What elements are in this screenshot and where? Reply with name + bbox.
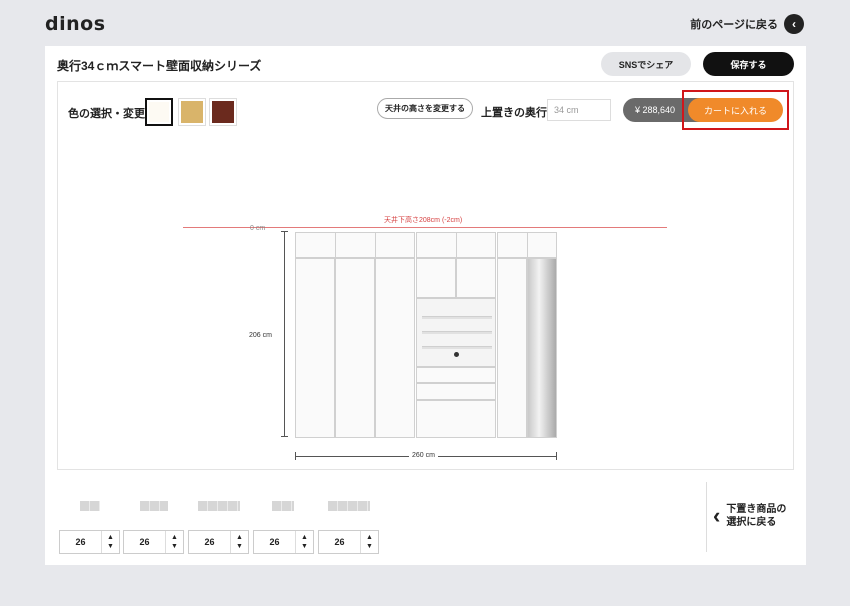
return-to-lower-items-button[interactable]: ‹ 下置き商品の 選択に戻る — [713, 503, 786, 529]
module-thumbnail[interactable] — [272, 501, 294, 511]
configurator-canvas: 色の選択・変更 天井の高さを変更する 上置きの奥行 34 cm ¥ 288,64… — [57, 81, 794, 470]
tall-door — [375, 258, 415, 438]
top-depth-label: 上置きの奥行 — [481, 107, 547, 119]
mirror-door — [527, 258, 557, 438]
module-quantity-stepper[interactable]: 26 ▲ ▼ — [59, 530, 120, 554]
stepper-arrows: ▲ ▼ — [102, 531, 119, 553]
zero-mark-label: 0 cm — [250, 225, 266, 232]
upper-door — [416, 258, 456, 298]
stepper-arrows: ▲ ▼ — [361, 531, 378, 553]
stepper-value: 26 — [189, 531, 231, 553]
page-title: 奥行34ｃｍスマート壁面収納シリーズ — [57, 59, 262, 73]
height-dimension-label: 206 cm — [249, 332, 272, 339]
arrow-down-icon[interactable]: ▼ — [366, 542, 373, 551]
section-divider — [706, 482, 707, 552]
height-dimension-line — [284, 231, 285, 436]
stepper-arrows: ▲ ▼ — [231, 531, 248, 553]
swatch-fill — [149, 102, 169, 122]
tall-door — [335, 258, 375, 438]
tall-door — [497, 258, 527, 438]
top-unit-divider — [456, 232, 457, 258]
cable-hole — [454, 352, 459, 357]
arrow-up-icon[interactable]: ▲ — [366, 533, 373, 542]
module-thumbnail[interactable] — [328, 501, 370, 511]
stepper-value: 26 — [254, 531, 296, 553]
height-dimension-cap — [281, 436, 288, 437]
top-unit-divider — [527, 232, 528, 258]
color-swatch-natural[interactable] — [178, 98, 206, 126]
ceiling-height-label: 天井下高さ208cm (-2cm) — [384, 217, 463, 224]
color-swatch-white[interactable] — [145, 98, 173, 126]
lower-cabinet — [416, 400, 496, 438]
stepper-arrows: ▲ ▼ — [296, 531, 313, 553]
add-to-cart-button[interactable]: カートに入れる — [688, 98, 783, 122]
return-label-line1: 下置き商品の — [726, 504, 787, 515]
return-label: 下置き商品の 選択に戻る — [726, 503, 786, 529]
stepper-value: 26 — [319, 531, 361, 553]
width-dimension-cap — [556, 452, 557, 460]
shelf-board — [422, 331, 492, 334]
dinos-logo[interactable]: dinos — [45, 13, 106, 35]
chevron-left-icon: ‹ — [713, 503, 721, 528]
arrow-down-icon[interactable]: ▼ — [171, 542, 178, 551]
top-unit-divider — [375, 232, 376, 258]
module-quantity-stepper[interactable]: 26 ▲ ▼ — [318, 530, 379, 554]
module-thumbnail[interactable] — [198, 501, 240, 511]
module-thumbnail[interactable] — [140, 501, 168, 511]
back-label: 前のページに戻る — [690, 19, 778, 31]
save-button[interactable]: 保存する — [703, 52, 794, 76]
top-unit-left — [295, 232, 415, 258]
color-select-label: 色の選択・変更 — [68, 108, 145, 120]
width-dimension-label: 260 cm — [409, 452, 438, 459]
stepper-arrows: ▲ ▼ — [166, 531, 183, 553]
arrow-up-icon[interactable]: ▲ — [301, 533, 308, 542]
top-unit-divider — [335, 232, 336, 258]
back-to-previous-page-link[interactable]: 前のページに戻る ‹ — [690, 14, 804, 34]
module-thumbnail[interactable] — [80, 501, 100, 511]
drawer — [416, 367, 496, 383]
drawer — [416, 383, 496, 400]
arrow-up-icon[interactable]: ▲ — [171, 533, 178, 542]
arrow-up-icon[interactable]: ▲ — [107, 533, 114, 542]
arrow-up-icon[interactable]: ▲ — [236, 533, 243, 542]
chevron-left-icon: ‹ — [784, 14, 804, 34]
stepper-value: 26 — [124, 531, 166, 553]
upper-door — [456, 258, 496, 298]
tall-door — [295, 258, 335, 438]
shelf-board — [422, 346, 492, 349]
arrow-down-icon[interactable]: ▼ — [107, 542, 114, 551]
configurator-panel: 奥行34ｃｍスマート壁面収納シリーズ SNSでシェア 保存する 色の選択・変更 … — [45, 46, 806, 565]
module-quantity-stepper[interactable]: 26 ▲ ▼ — [188, 530, 249, 554]
change-ceiling-height-button[interactable]: 天井の高さを変更する — [377, 98, 473, 119]
arrow-down-icon[interactable]: ▼ — [236, 542, 243, 551]
shelf-board — [422, 316, 492, 319]
arrow-down-icon[interactable]: ▼ — [301, 542, 308, 551]
sns-share-button[interactable]: SNSでシェア — [601, 52, 691, 76]
stepper-value: 26 — [60, 531, 102, 553]
swatch-fill — [212, 101, 234, 123]
module-quantity-stepper[interactable]: 26 ▲ ▼ — [253, 530, 314, 554]
module-quantity-stepper[interactable]: 26 ▲ ▼ — [123, 530, 184, 554]
color-swatch-brown[interactable] — [209, 98, 237, 126]
swatch-fill — [181, 101, 203, 123]
return-label-line2: 選択に戻る — [726, 517, 777, 528]
top-depth-input[interactable]: 34 cm — [547, 99, 611, 121]
